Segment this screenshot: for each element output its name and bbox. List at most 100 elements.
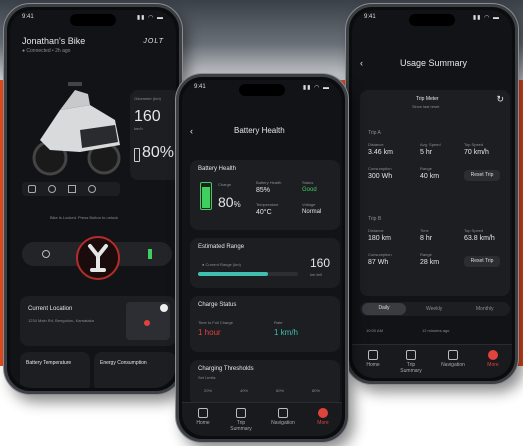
trip-meter-title: Trip Meter	[416, 96, 439, 102]
thresholds-title: Charging Thresholds	[198, 366, 254, 372]
bottom-nav: Home Trip Summary Navigation More	[352, 344, 512, 378]
status-icons: ▮▮ ◠ ▬	[472, 15, 500, 21]
trip-a-value-1: 5 hr	[420, 149, 433, 156]
nav-home-label: Home	[366, 362, 380, 368]
trip-a-name: Trip A	[368, 130, 381, 136]
charge-time: 1 hour	[198, 328, 221, 337]
location-card[interactable]: Current Location 1234 Main Rd, Bengaluru…	[20, 296, 176, 346]
wrench-icon	[88, 244, 108, 272]
energy-tile[interactable]: Energy Consumption	[94, 352, 176, 388]
nav-trip-summary[interactable]: Trip Summary	[226, 408, 256, 432]
thresholds-sub: Set Limits	[198, 375, 216, 380]
nav-trip-label: Trip Summary	[230, 420, 252, 432]
nav-home[interactable]: Home	[188, 408, 218, 426]
stat1-label: Battery Health	[256, 180, 282, 185]
nav-more[interactable]: More	[308, 408, 338, 426]
status-icons: ▮▮ ◠ ▬	[136, 15, 164, 21]
navigation-icon	[448, 350, 458, 360]
back-arrow-icon[interactable]: ‹	[190, 126, 193, 136]
nav-more-label: More	[317, 420, 329, 426]
more-icon	[318, 408, 328, 418]
threshold-tick-3: 80%	[312, 388, 321, 393]
trip-b-label-2: Top Speed	[464, 228, 484, 233]
thresholds-card: Charging Thresholds Set Limits 20% 40% 6…	[190, 360, 340, 406]
stat3-label: Temperature	[256, 202, 279, 207]
battery-percent: 80%	[218, 194, 241, 210]
stat2-value: Good	[302, 187, 317, 193]
brand-logo: JOLT	[143, 38, 164, 45]
status-icons: ▮▮ ◠ ▬	[302, 85, 330, 91]
nav-navigation[interactable]: Navigation	[268, 408, 298, 426]
back-arrow-icon[interactable]: ‹	[360, 58, 363, 68]
lock-icon[interactable]	[28, 185, 36, 193]
tab-weekly[interactable]: Weekly	[426, 306, 442, 312]
phone-middle: 9:41 ▮▮ ◠ ▬ ‹ Battery Health Battery Hea…	[176, 74, 348, 442]
unlock-button[interactable]	[76, 236, 120, 280]
stat4-label: Voltage	[302, 202, 316, 207]
trip-b-label-1: Time	[420, 228, 429, 233]
nav-home[interactable]: Home	[358, 350, 388, 368]
trip-b-name: Trip B	[368, 216, 382, 222]
period-tabs: Daily Weekly Monthly	[360, 302, 510, 316]
refresh-icon[interactable]: ↻	[496, 94, 504, 105]
navigation-icon	[278, 408, 288, 418]
target-icon	[160, 304, 168, 312]
more-icon	[488, 350, 498, 360]
speed-card: Odometer (km) 160 km/h 80%	[130, 90, 176, 180]
tab-daily[interactable]: Daily	[362, 303, 406, 315]
tile2-label: Energy Consumption	[100, 360, 147, 366]
power-icon[interactable]	[88, 185, 96, 193]
trip-b-value-4: 28 km	[420, 259, 440, 266]
status-time: 9:41	[22, 14, 34, 20]
quick-actions	[22, 182, 120, 196]
trip-b-value-0: 180 km	[368, 235, 391, 242]
trip-icon	[236, 408, 246, 418]
charge-icon	[148, 249, 152, 259]
nav-home-label: Home	[196, 420, 210, 426]
nav-navigation[interactable]: Navigation	[438, 350, 468, 368]
charge-title: Charge Status	[198, 302, 237, 308]
trip-a-value-4: 40 km	[420, 173, 440, 180]
nav-more-label: More	[487, 362, 499, 368]
battery-temp-tile[interactable]: Battery Temperature	[20, 352, 90, 388]
reset-trip-b-button[interactable]: Reset Trip	[464, 256, 500, 267]
battery-health-card: Battery Health Charge 80% Battery Health…	[190, 160, 340, 230]
charge-rate-label: Rate	[274, 320, 283, 325]
odometer-label: Odometer (km)	[134, 96, 161, 101]
location-text: 1234 Main Rd, Bengaluru, Karnataka	[28, 318, 94, 323]
location-title: Current Location	[28, 306, 73, 312]
trip-b-label-0: Distance	[368, 228, 384, 233]
reset-trip-a-button[interactable]: Reset Trip	[464, 170, 500, 181]
battery-icon	[134, 148, 140, 162]
map-thumbnail[interactable]	[126, 302, 170, 340]
light-icon[interactable]	[48, 185, 56, 193]
phone-left-screen: 9:41 ▮▮ ◠ ▬ Jonathan's Bike ● Connected …	[10, 10, 176, 388]
status-time: 9:41	[364, 14, 376, 20]
range-unit: km left	[310, 272, 322, 277]
trip-icon	[406, 350, 416, 360]
bike-subtitle: ● Connected • 2h ago	[22, 48, 71, 54]
chat-icon	[42, 250, 50, 258]
phone-right-screen: 9:41 ▮▮ ◠ ▬ ‹ Usage Summary Trip Meter S…	[352, 10, 512, 378]
threshold-tick-1: 40%	[240, 388, 249, 393]
horn-icon[interactable]	[68, 185, 76, 193]
speed-value: 160	[134, 108, 161, 125]
trip-a-value-2: 70 km/h	[464, 149, 489, 156]
trip-a-label-1: Avg. Speed	[420, 142, 441, 147]
footer-left: 10:00 AM	[366, 328, 383, 333]
battery-percent-value: 80	[218, 194, 234, 210]
stat3-value: 40°C	[256, 209, 272, 216]
tab-monthly[interactable]: Monthly	[476, 306, 494, 312]
location-pin-icon	[144, 320, 150, 326]
trip-b-label-4: Range	[420, 252, 432, 257]
trip-b-value-2: 63.8 km/h	[464, 235, 495, 242]
home-icon	[368, 350, 378, 360]
phone-left: 9:41 ▮▮ ◠ ▬ Jonathan's Bike ● Connected …	[4, 4, 182, 394]
nav-trip-label: Trip Summary	[400, 362, 422, 374]
status-bar: 9:41 ▮▮ ◠ ▬	[194, 84, 330, 94]
tile1-label: Battery Temperature	[26, 360, 72, 366]
nav-trip-summary[interactable]: Trip Summary	[396, 350, 426, 374]
bike-name[interactable]: Jonathan's Bike	[22, 36, 85, 46]
nav-more[interactable]: More	[478, 350, 508, 368]
range-title: Estimated Range	[198, 244, 245, 250]
